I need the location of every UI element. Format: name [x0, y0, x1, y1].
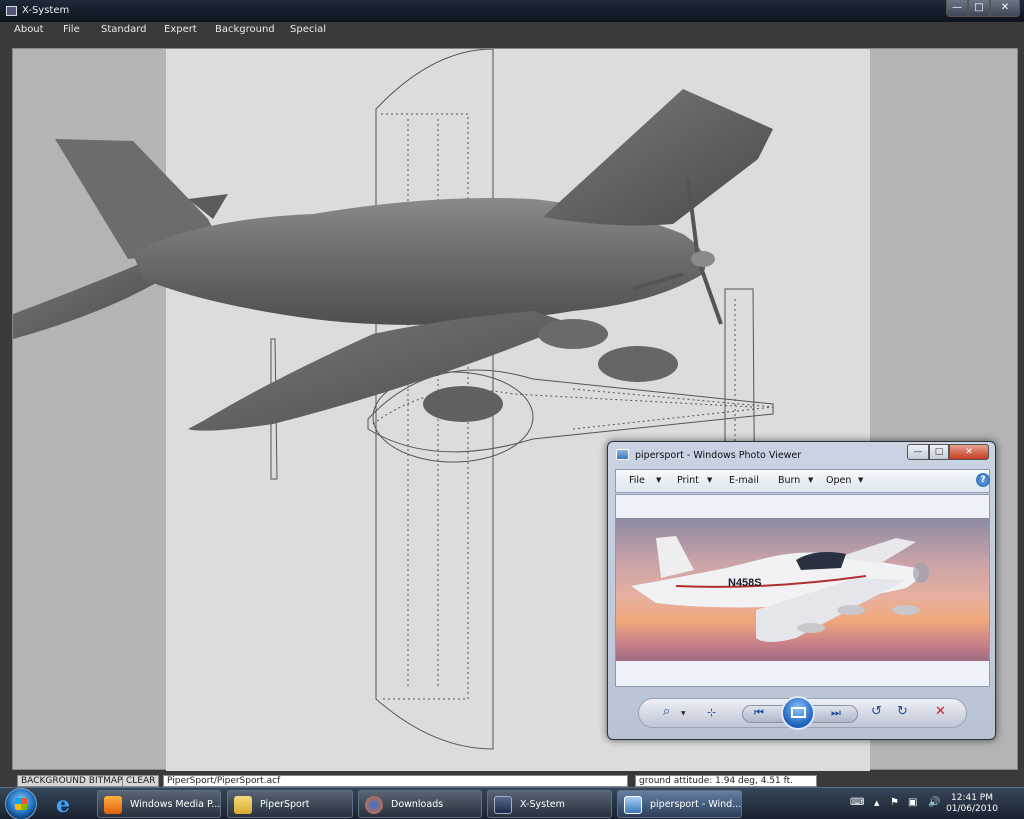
photo-viewer-title: pipersport - Windows Photo Viewer [635, 450, 802, 461]
show-hidden-icons-icon[interactable]: ▲ [874, 799, 879, 807]
pipersport-photo: N458S [616, 518, 989, 661]
menu-background[interactable]: Background [215, 24, 275, 35]
start-button[interactable] [5, 788, 37, 819]
xsystem-icon [494, 796, 512, 814]
help-icon[interactable]: ? [976, 473, 990, 487]
menu-standard[interactable]: Standard [101, 24, 147, 35]
rotate-right-icon[interactable]: ↻ [897, 704, 908, 719]
menu-special[interactable]: Special [290, 24, 326, 35]
task-windows-media-player[interactable]: Windows Media P... [97, 790, 221, 818]
maximize-button[interactable]: □ [968, 0, 990, 17]
slideshow-icon [791, 707, 806, 718]
photo-viewer-menubar: File ▼ Print ▼ E-mail Burn ▼ Open ▼ ? [615, 469, 990, 493]
folder-icon [234, 796, 252, 814]
clock-date: 01/06/2010 [946, 804, 998, 814]
xsystem-window-title: X-System [22, 5, 70, 16]
task-photo-viewer[interactable]: pipersport - Wind... [617, 790, 742, 818]
photo-viewer-canvas[interactable]: N458S [615, 494, 990, 687]
previous-icon[interactable]: ⏮ [754, 706, 764, 720]
volume-icon[interactable]: 🔊 [928, 797, 940, 808]
pv-menu-burn[interactable]: Burn [778, 475, 800, 486]
background-bitmap-button[interactable]: BACKGROUND BITMAP [17, 775, 127, 787]
internet-explorer-icon[interactable]: e [56, 792, 82, 818]
pv-menu-file[interactable]: File [629, 475, 645, 486]
photo-viewer-toolbar: ⌕ ▼ ⊹ ⏮ ⏭ ↺ ↻ ✕ [638, 696, 967, 730]
menu-file[interactable]: File [63, 24, 80, 35]
registration-text: N458S [728, 577, 762, 589]
close-button[interactable]: ✕ [990, 0, 1020, 17]
task-label: PiperSport [260, 799, 310, 810]
menu-expert[interactable]: Expert [164, 24, 197, 35]
minimize-button[interactable]: — [946, 0, 968, 17]
taskbar: e Windows Media P... PiperSport Download… [0, 787, 1024, 819]
zoom-icon[interactable]: ⌕ [663, 704, 670, 719]
taskbar-clock[interactable]: 12:41 PM 01/06/2010 [942, 793, 1002, 815]
xsystem-menubar: About File Standard Expert Background Sp… [0, 22, 1024, 38]
pv-close-button[interactable]: ✕ [949, 444, 989, 460]
chevron-down-icon[interactable]: ▼ [858, 476, 863, 484]
pv-menu-open[interactable]: Open [826, 475, 851, 486]
chevron-down-icon[interactable]: ▼ [707, 476, 712, 484]
photo-viewer-icon [616, 449, 629, 460]
pv-maximize-button[interactable]: □ [929, 444, 949, 460]
aircraft-model [13, 89, 773, 431]
task-label: pipersport - Wind... [650, 799, 742, 810]
system-tray: ⌨ ▲ ⚑ ▣ 🔊 12:41 PM 01/06/2010 [846, 788, 1024, 819]
photo-viewer-icon [624, 796, 642, 814]
chevron-down-icon[interactable]: ▼ [681, 710, 686, 717]
firefox-icon [365, 796, 383, 814]
network-icon[interactable]: ▣ [908, 797, 917, 808]
xsystem-titlebar[interactable]: X-System — □ ✕ [0, 0, 1024, 22]
slideshow-button[interactable] [781, 696, 815, 730]
file-path-field: PiperSport/PiperSport.acf [163, 775, 628, 787]
delete-icon[interactable]: ✕ [935, 704, 946, 719]
action-center-flag-icon[interactable]: ⚑ [890, 797, 899, 808]
task-label: X-System [520, 799, 565, 810]
pv-menu-email[interactable]: E-mail [729, 475, 759, 486]
rotate-left-icon[interactable]: ↺ [871, 704, 882, 719]
task-label: Windows Media P... [130, 799, 221, 810]
next-icon[interactable]: ⏭ [831, 706, 841, 720]
ground-attitude-readout: ground attitude: 1.94 deg, 4.51 ft. [635, 775, 817, 787]
xsystem-app-icon [6, 6, 17, 16]
media-player-icon [104, 796, 122, 814]
menu-about[interactable]: About [14, 24, 44, 35]
clock-time: 12:41 PM [951, 793, 993, 803]
actual-size-icon[interactable]: ⊹ [707, 706, 716, 719]
task-pipersport-folder[interactable]: PiperSport [227, 790, 353, 818]
windows-logo-icon [15, 798, 27, 810]
chevron-down-icon[interactable]: ▼ [656, 476, 661, 484]
chevron-down-icon[interactable]: ▼ [808, 476, 813, 484]
pv-minimize-button[interactable]: — [907, 444, 929, 460]
task-downloads[interactable]: Downloads [358, 790, 482, 818]
photo-viewer-titlebar[interactable]: pipersport - Windows Photo Viewer — □ ✕ [608, 442, 995, 466]
task-label: Downloads [391, 799, 444, 810]
task-xsystem[interactable]: X-System [487, 790, 612, 818]
keyboard-icon[interactable]: ⌨ [850, 797, 864, 808]
clear-button[interactable]: CLEAR [122, 775, 160, 787]
photo-viewer-window[interactable]: pipersport - Windows Photo Viewer — □ ✕ … [607, 441, 996, 740]
xsystem-statusbar: BACKGROUND BITMAP CLEAR PiperSport/Piper… [0, 772, 1024, 787]
pv-menu-print[interactable]: Print [677, 475, 699, 486]
